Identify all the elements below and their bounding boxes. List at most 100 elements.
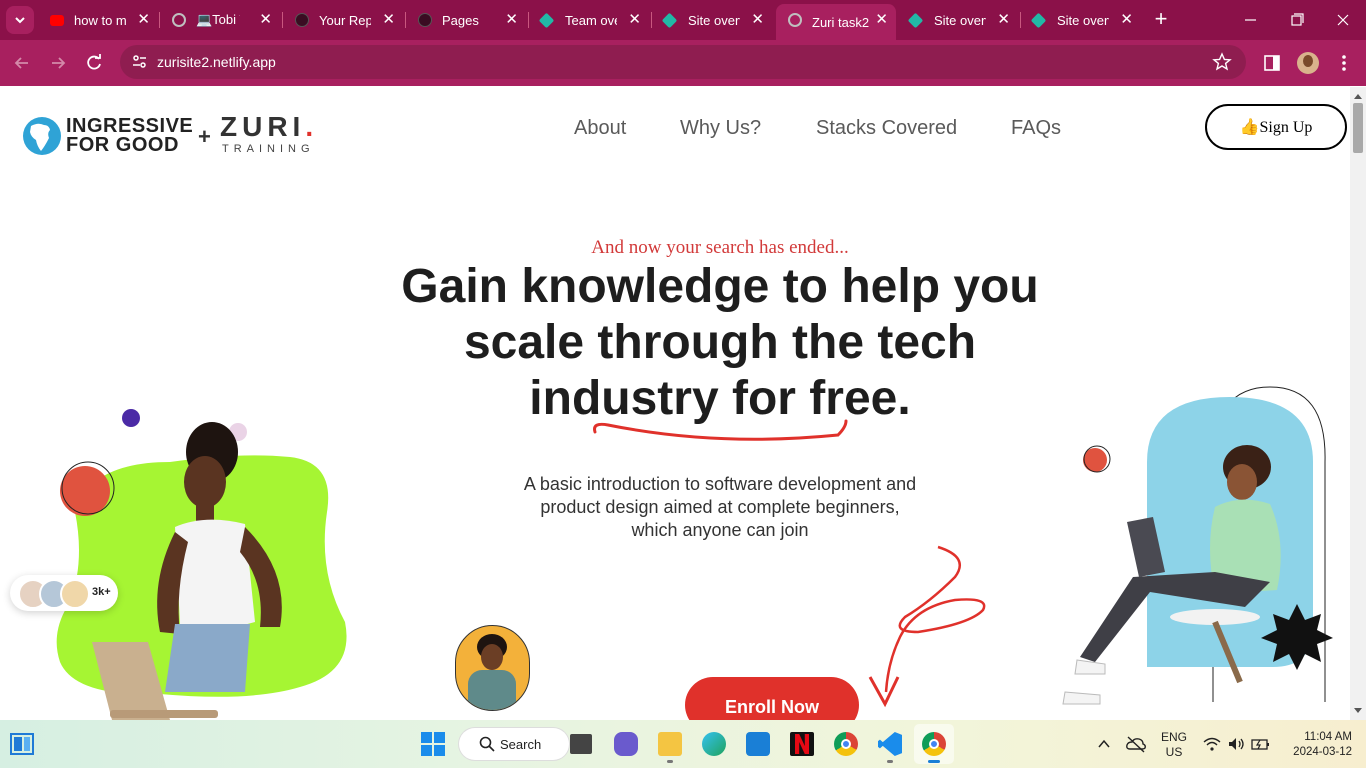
nav-stacks-covered[interactable]: Stacks Covered bbox=[816, 117, 957, 140]
app-active-indicator bbox=[928, 760, 940, 763]
github-icon bbox=[295, 13, 309, 27]
site-settings-icon[interactable] bbox=[130, 52, 150, 72]
side-panel-button[interactable] bbox=[1262, 53, 1282, 73]
close-icon[interactable]: ✕ bbox=[259, 9, 272, 31]
scrollbar-thumb[interactable] bbox=[1353, 103, 1363, 153]
youtube-icon bbox=[50, 15, 64, 26]
logo-plus: + bbox=[198, 124, 211, 149]
close-icon[interactable]: ✕ bbox=[751, 9, 764, 31]
language-code: ENG bbox=[1160, 730, 1187, 744]
battery-charging-icon[interactable] bbox=[1251, 736, 1271, 752]
signup-button[interactable]: 👍Sign Up bbox=[1205, 104, 1347, 150]
windows-logo-icon bbox=[421, 732, 445, 756]
netlify-icon bbox=[1030, 12, 1047, 29]
forward-button[interactable] bbox=[46, 51, 70, 75]
new-tab-button[interactable]: + bbox=[1150, 6, 1172, 34]
edge-icon[interactable] bbox=[702, 732, 726, 756]
close-window-button[interactable] bbox=[1328, 8, 1358, 32]
close-icon[interactable]: ✕ bbox=[997, 9, 1010, 31]
browser-tab-4[interactable]: Pages ✕ bbox=[406, 6, 526, 34]
restore-icon bbox=[1291, 13, 1304, 26]
wifi-icon[interactable] bbox=[1203, 736, 1221, 752]
restore-button[interactable] bbox=[1282, 8, 1312, 32]
vscode-icon[interactable] bbox=[878, 732, 902, 756]
chrome-icon bbox=[922, 732, 946, 756]
file-explorer-icon[interactable] bbox=[658, 732, 682, 756]
url-text[interactable]: zurisite2.netlify.app bbox=[157, 54, 276, 70]
profile-avatar[interactable] bbox=[1297, 52, 1319, 74]
browser-tab-2[interactable]: 💻Tobi W ✕ bbox=[160, 6, 280, 34]
tab-label: Pages bbox=[442, 12, 479, 28]
close-icon[interactable]: ✕ bbox=[628, 9, 641, 31]
avatar-face bbox=[1303, 55, 1313, 67]
page-scrollbar[interactable] bbox=[1350, 87, 1366, 720]
bookmark-star-icon[interactable] bbox=[1212, 52, 1232, 72]
minimize-button[interactable] bbox=[1236, 8, 1266, 32]
microsoft-store-icon[interactable] bbox=[746, 732, 770, 756]
start-button[interactable] bbox=[421, 732, 445, 756]
site-logo[interactable]: INGRESSIVE FOR GOOD + ZURI. TRAINING bbox=[22, 111, 332, 157]
browser-tab-9[interactable]: Site overv ✕ bbox=[1021, 6, 1141, 34]
web-page: INGRESSIVE FOR GOOD + ZURI. TRAINING Abo… bbox=[0, 87, 1350, 720]
close-icon[interactable]: ✕ bbox=[137, 9, 150, 31]
browser-tab-3[interactable]: Your Repo ✕ bbox=[283, 6, 403, 34]
enroll-now-button[interactable]: Enroll Now bbox=[685, 677, 859, 720]
app-running-indicator bbox=[887, 760, 893, 763]
tab-search-button[interactable] bbox=[6, 6, 34, 34]
zuri-text: ZURI bbox=[220, 111, 306, 142]
scroll-up-icon[interactable] bbox=[1350, 89, 1366, 103]
chrome-center bbox=[841, 739, 851, 749]
clock-date: 2024-03-12 bbox=[1293, 746, 1352, 758]
close-icon[interactable]: ✕ bbox=[875, 9, 888, 31]
sneaker bbox=[1062, 691, 1101, 705]
netlify-icon bbox=[538, 12, 555, 29]
hero-subtext: A basic introduction to software develop… bbox=[523, 474, 917, 540]
close-icon[interactable]: ✕ bbox=[505, 9, 518, 31]
zuri-dot: . bbox=[305, 111, 319, 142]
close-icon[interactable]: ✕ bbox=[1120, 9, 1133, 31]
search-icon bbox=[479, 736, 495, 752]
browser-toolbar: zurisite2.netlify.app bbox=[0, 40, 1366, 86]
language-indicator[interactable]: ENG US bbox=[1160, 730, 1188, 760]
laptop-base bbox=[110, 710, 218, 718]
netflix-icon[interactable] bbox=[790, 732, 814, 756]
person-tank-top bbox=[175, 519, 255, 629]
logo-line-2: FOR GOOD bbox=[66, 134, 179, 156]
browser-tab-active[interactable]: Zuri task2 ✕ bbox=[776, 4, 896, 40]
browser-tab-strip: how to m ✕ 💻Tobi W ✕ Your Repo ✕ Pages ✕… bbox=[0, 0, 1366, 40]
taskbar-search[interactable]: Search bbox=[459, 728, 569, 760]
browser-menu-button[interactable] bbox=[1336, 52, 1352, 74]
chevron-up-icon[interactable] bbox=[1097, 737, 1111, 751]
app-running-indicator bbox=[667, 760, 673, 763]
cloud-off-icon[interactable] bbox=[1125, 735, 1147, 753]
browser-tab-1[interactable]: how to m ✕ bbox=[38, 6, 158, 34]
nav-faqs[interactable]: FAQs bbox=[1011, 117, 1061, 140]
nav-why-us[interactable]: Why Us? bbox=[680, 117, 761, 140]
tab-label: Site overv bbox=[1057, 12, 1109, 28]
red-squiggle-arrow bbox=[868, 545, 986, 708]
close-icon[interactable]: ✕ bbox=[382, 9, 395, 31]
chrome-active-tile[interactable] bbox=[914, 724, 954, 764]
clock-time: 11:04 AM bbox=[1304, 731, 1352, 743]
windows-taskbar: Search ENG US 11:04 AM 2024-03-12 bbox=[0, 720, 1366, 768]
community-badge: 3k+ bbox=[10, 575, 118, 611]
task-view-icon[interactable] bbox=[570, 734, 592, 754]
zuri-subtitle: TRAINING bbox=[222, 143, 315, 155]
browser-tab-8[interactable]: Site overv ✕ bbox=[898, 6, 1018, 34]
side-panel-icon bbox=[1264, 55, 1280, 71]
teams-meet-icon[interactable] bbox=[614, 732, 638, 756]
browser-tab-5[interactable]: Team over ✕ bbox=[529, 6, 649, 34]
person-face bbox=[1227, 464, 1257, 500]
address-bar[interactable]: zurisite2.netlify.app bbox=[120, 45, 1246, 79]
nav-about[interactable]: About bbox=[574, 117, 626, 140]
reload-button[interactable] bbox=[82, 51, 106, 75]
chrome-icon[interactable] bbox=[834, 732, 858, 756]
africa-globe-icon bbox=[23, 117, 61, 155]
scroll-down-icon[interactable] bbox=[1350, 704, 1366, 718]
widgets-button[interactable] bbox=[10, 733, 34, 755]
clock[interactable]: 11:04 AM 2024-03-12 bbox=[1282, 730, 1352, 760]
browser-tab-6[interactable]: Site overv ✕ bbox=[652, 6, 772, 34]
zuri-wordmark: ZURI. bbox=[220, 111, 318, 143]
volume-icon[interactable] bbox=[1227, 736, 1245, 752]
back-button[interactable] bbox=[10, 51, 34, 75]
